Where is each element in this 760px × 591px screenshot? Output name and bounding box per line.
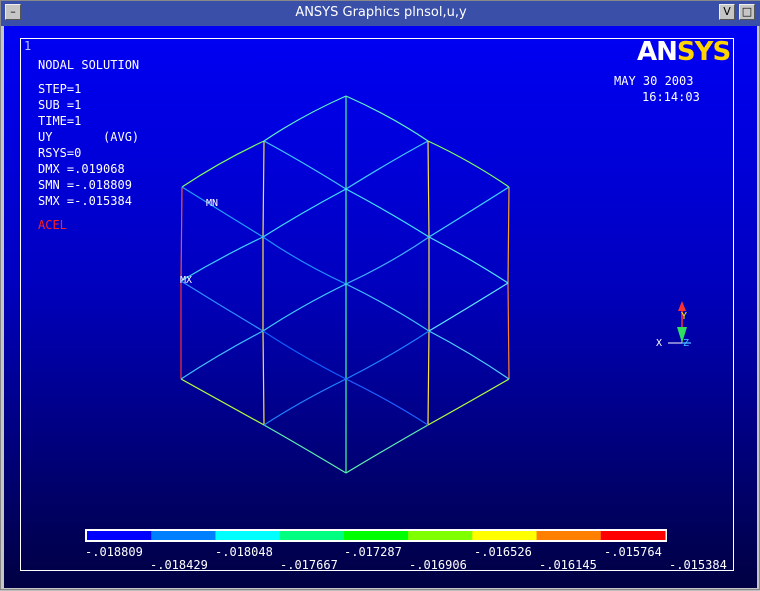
legend-bottom-label-3: -.016145 bbox=[539, 558, 597, 572]
contour-legend bbox=[85, 529, 667, 542]
mn-label: MN bbox=[206, 198, 218, 209]
model-wireframe: MN MX Y X Z bbox=[85, 95, 691, 542]
legend-swatch bbox=[151, 531, 216, 540]
triad-x-label: X bbox=[656, 338, 662, 349]
triad-y-label: Y bbox=[681, 311, 687, 322]
legend-swatch bbox=[408, 531, 473, 540]
legend-bottom-label-1: -.017667 bbox=[280, 558, 338, 572]
legend-top-label-2: -.017287 bbox=[344, 545, 402, 559]
legend-top-label-4: -.015764 bbox=[604, 545, 662, 559]
legend-swatch bbox=[536, 531, 602, 540]
legend-bottom-label-0: -.018429 bbox=[150, 558, 208, 572]
triad-z-label: Z bbox=[683, 338, 689, 349]
legend-swatch bbox=[215, 531, 281, 540]
legend-swatch bbox=[343, 531, 409, 540]
ansys-graphics-window: – ANSYS Graphics plnsol,u,y V □ 1 NODAL … bbox=[0, 0, 760, 590]
legend-swatch bbox=[472, 531, 538, 540]
legend-swatch bbox=[600, 531, 666, 540]
legend-bottom-label-4: -.015384 bbox=[669, 558, 727, 572]
legend-swatch bbox=[87, 531, 152, 540]
coordinate-triad: Y X Z bbox=[656, 301, 691, 349]
legend-top-label-1: -.018048 bbox=[215, 545, 273, 559]
mx-label: MX bbox=[180, 275, 192, 286]
legend-bottom-label-2: -.016906 bbox=[409, 558, 467, 572]
legend-swatch bbox=[279, 531, 345, 540]
legend-top-label-0: -.018809 bbox=[85, 545, 143, 559]
legend-top-label-3: -.016526 bbox=[474, 545, 532, 559]
